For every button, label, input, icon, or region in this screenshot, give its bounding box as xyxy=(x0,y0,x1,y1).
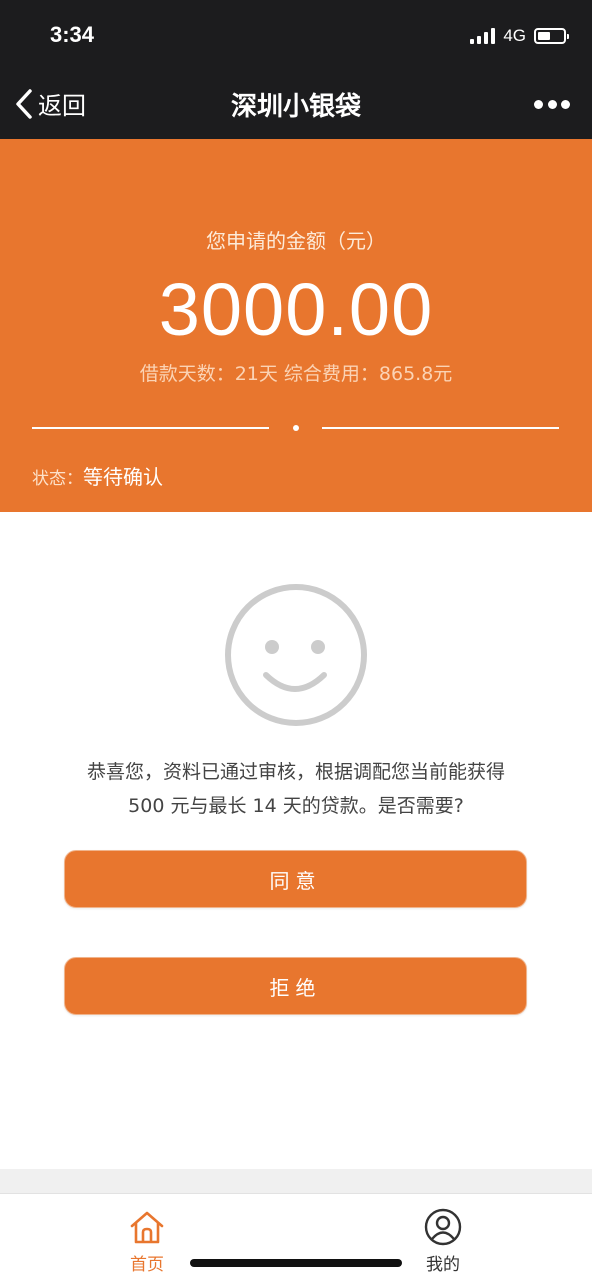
network-type: 4G xyxy=(503,26,526,45)
message-line-1: 恭喜您，资料已通过审核，根据调配您当前能获得 xyxy=(86,761,505,783)
tab-mine-label: 我的 xyxy=(426,1255,460,1275)
loan-amount: 3000.00 xyxy=(158,268,434,351)
approval-message: 恭喜您，资料已通过审核，根据调配您当前能获得 500 元与最长 14 天的贷款。… xyxy=(20,755,572,823)
amount-label: 您申请的金额（元） xyxy=(206,229,386,253)
status-time: 3:34 xyxy=(50,22,95,47)
chevron-left-icon xyxy=(16,88,32,119)
divider-left xyxy=(32,427,269,429)
user-icon xyxy=(424,1208,462,1246)
tab-home-label: 首页 xyxy=(130,1255,164,1275)
tab-home[interactable]: 首页 xyxy=(112,1208,182,1275)
loan-summary-panel: 您申请的金额（元） 3000.00 借款天数：21天 综合费用：865.8元 状… xyxy=(0,139,592,512)
signal-icon xyxy=(470,28,496,44)
reject-button[interactable]: 拒绝 xyxy=(64,957,527,1015)
status-label: 状态： xyxy=(32,469,83,489)
back-label: 返回 xyxy=(38,92,86,120)
battery-icon xyxy=(534,28,569,44)
status-value: 等待确认 xyxy=(83,465,163,489)
agree-button[interactable]: 同意 xyxy=(64,850,527,908)
status-indicators: 4G xyxy=(470,24,569,48)
home-indicator xyxy=(190,1259,402,1267)
home-icon xyxy=(130,1211,164,1244)
more-button[interactable] xyxy=(534,94,570,114)
footer-separator xyxy=(0,1169,592,1193)
back-button[interactable]: 返回 xyxy=(14,86,86,121)
tab-mine[interactable]: 我的 xyxy=(408,1208,478,1275)
more-dots-icon xyxy=(534,99,543,109)
page-title: 深圳小银袋 xyxy=(230,92,361,122)
divider-right xyxy=(322,427,559,429)
loan-status: 状态： 等待确认 xyxy=(32,461,163,490)
loan-details: 借款天数：21天 综合费用：865.8元 xyxy=(139,363,453,385)
smiley-face-icon xyxy=(225,584,367,726)
message-line-2: 500 元与最长 14 天的贷款。是否需要? xyxy=(128,795,464,817)
status-bar: 3:34 4G xyxy=(0,0,592,72)
divider-dot xyxy=(293,425,299,431)
nav-bar: 返回 深圳小银袋 xyxy=(0,72,592,139)
